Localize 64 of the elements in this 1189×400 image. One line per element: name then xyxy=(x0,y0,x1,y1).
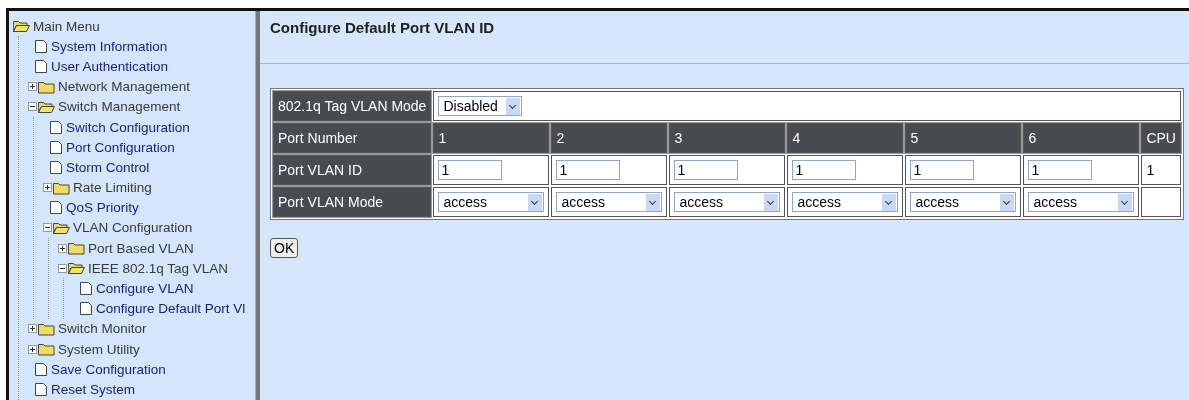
vlan-mode-dropdown[interactable]: access xyxy=(910,192,1017,212)
document-icon xyxy=(34,361,48,377)
expand-icon[interactable] xyxy=(58,243,67,253)
mode-dropdown[interactable]: Disabled xyxy=(438,96,523,116)
column-header: CPU xyxy=(1141,123,1181,153)
row-header: Port VLAN ID xyxy=(273,155,432,185)
document-icon xyxy=(34,381,48,397)
column-header: 5 xyxy=(905,123,1022,153)
menu-item[interactable]: Port Configuration xyxy=(66,139,175,155)
menu-item[interactable]: Network Management xyxy=(58,79,191,95)
menu-item[interactable]: Switch Monitor xyxy=(58,321,147,337)
document-icon xyxy=(49,200,63,216)
menu-item[interactable]: Save Configuration xyxy=(51,361,166,377)
document-icon xyxy=(34,38,48,54)
menu-item[interactable]: Storm Control xyxy=(66,159,150,175)
document-icon xyxy=(34,58,48,74)
menu-item[interactable]: User Authentication xyxy=(51,58,169,74)
row-header: Port Number xyxy=(273,123,432,153)
table-cell: 1 xyxy=(1141,155,1181,185)
menu-item[interactable]: Reset System xyxy=(51,381,136,397)
expand-icon[interactable] xyxy=(28,82,37,92)
document-icon xyxy=(49,119,63,135)
menu-item[interactable]: Rate Limiting xyxy=(73,180,152,196)
vlan-id-field[interactable]: 1 xyxy=(674,160,739,180)
row-header: Port VLAN Mode xyxy=(273,187,432,217)
document-icon xyxy=(49,159,63,175)
menu-item[interactable]: Configure Default Port Vl xyxy=(96,301,246,317)
vlan-id-field[interactable]: 1 xyxy=(556,160,621,180)
menu-item[interactable]: Switch Configuration xyxy=(66,119,190,135)
collapse-icon[interactable] xyxy=(43,223,52,233)
column-header: 6 xyxy=(1023,123,1140,153)
document-icon xyxy=(79,301,93,317)
menu-item[interactable]: IEEE 802.1q Tag VLAN xyxy=(88,260,229,276)
collapse-icon[interactable] xyxy=(28,102,37,112)
vlan-mode-dropdown[interactable]: access xyxy=(674,192,781,212)
menu-item[interactable]: QoS Priority xyxy=(66,200,139,216)
menu-item[interactable]: Configure VLAN xyxy=(96,281,194,297)
collapse-icon[interactable] xyxy=(58,263,67,273)
vlan-id-field[interactable]: 1 xyxy=(792,160,857,180)
expand-icon[interactable] xyxy=(28,324,37,334)
menu-item[interactable]: System Information xyxy=(51,38,168,54)
vlan-mode-dropdown[interactable]: access xyxy=(556,192,663,212)
document-icon xyxy=(79,281,93,297)
expand-icon[interactable] xyxy=(28,344,37,354)
column-header: 4 xyxy=(787,123,904,153)
ok-button[interactable]: OK xyxy=(270,238,299,258)
vlan-id-field[interactable]: 1 xyxy=(1028,160,1093,180)
column-header: 2 xyxy=(551,123,668,153)
expand-icon[interactable] xyxy=(43,183,52,193)
vlan-id-field[interactable]: 1 xyxy=(438,160,503,180)
menu-item[interactable]: System Utility xyxy=(58,341,140,357)
menu-item[interactable]: Port Based VLAN xyxy=(88,240,194,256)
column-header: 1 xyxy=(433,123,550,153)
vlan-mode-dropdown[interactable]: access xyxy=(438,192,545,212)
menu-item[interactable]: Switch Management xyxy=(58,99,181,115)
menu-item[interactable]: VLAN Configuration xyxy=(73,220,193,236)
vlan-mode-dropdown[interactable]: access xyxy=(792,192,899,212)
vlan-id-field[interactable]: 1 xyxy=(910,160,975,180)
document-icon xyxy=(49,139,63,155)
column-header: 3 xyxy=(669,123,786,153)
menu-item[interactable]: Main Menu xyxy=(33,18,100,34)
vlan-mode-dropdown[interactable]: access xyxy=(1028,192,1135,212)
page-title: Configure Default Port VLAN ID xyxy=(270,18,496,36)
row-header: 802.1q Tag VLAN Mode xyxy=(273,91,432,121)
